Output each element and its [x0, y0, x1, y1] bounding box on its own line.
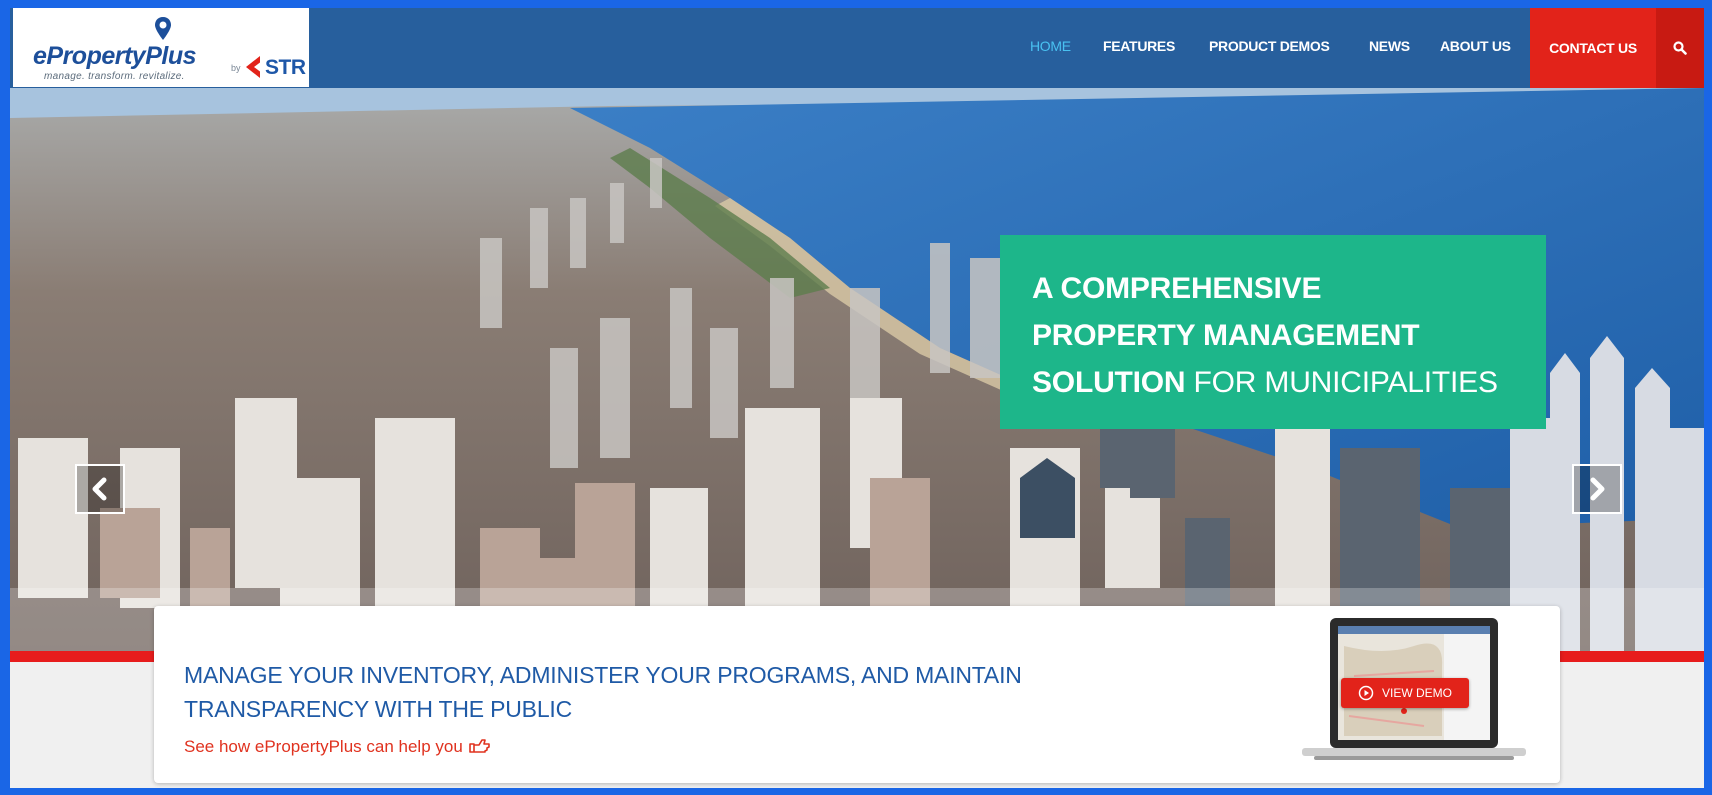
- headline-line-1: A COMPREHENSIVE: [1032, 272, 1322, 305]
- page-frame: ePropertyPlus manage. transform. revital…: [10, 8, 1704, 788]
- nav-home[interactable]: HOME: [1030, 38, 1071, 54]
- contact-us-label: CONTACT US: [1549, 40, 1637, 56]
- brand-tagline: manage. transform. revitalize.: [44, 71, 185, 82]
- search-button[interactable]: [1656, 8, 1704, 88]
- headline-line-3: SOLUTION FOR MUNICIPALITIES: [1032, 359, 1514, 406]
- brand-name: ePropertyPlus: [33, 42, 197, 70]
- headline-light-text: FOR MUNICIPALITIES: [1185, 366, 1498, 399]
- brand-by: by: [231, 63, 241, 73]
- headline-bold-word: SOLUTION: [1032, 366, 1186, 399]
- map-pin-icon: [155, 17, 171, 40]
- contact-us-button[interactable]: CONTACT US: [1530, 8, 1656, 88]
- feature-title: MANAGE YOUR INVENTORY, ADMINISTER YOUR P…: [184, 658, 1084, 726]
- help-link-text: See how ePropertyPlus can help you: [184, 737, 463, 756]
- view-demo-label: VIEW DEMO: [1381, 686, 1452, 700]
- feature-card: MANAGE YOUR INVENTORY, ADMINISTER YOUR P…: [154, 606, 1560, 783]
- nav-product-demos[interactable]: PRODUCT DEMOS: [1209, 38, 1330, 54]
- headline-line-2: PROPERTY MANAGEMENT: [1032, 319, 1420, 352]
- search-icon: [1673, 41, 1687, 55]
- slider-next-button[interactable]: [1572, 464, 1622, 514]
- help-link[interactable]: See how ePropertyPlus can help you: [184, 737, 490, 757]
- nav-news[interactable]: NEWS: [1369, 38, 1410, 54]
- nav-about-us[interactable]: ABOUT US: [1440, 38, 1511, 54]
- view-demo-button[interactable]: VIEW DEMO: [1341, 678, 1469, 708]
- site-header: ePropertyPlus manage. transform. revital…: [10, 8, 1704, 88]
- play-icon: [1358, 685, 1374, 701]
- brand-logo[interactable]: ePropertyPlus manage. transform. revital…: [13, 8, 309, 87]
- slider-prev-button[interactable]: [75, 464, 125, 514]
- hero-slider: A COMPREHENSIVE PROPERTY MANAGEMENT SOLU…: [10, 88, 1704, 651]
- chevron-right-icon: [1590, 477, 1605, 501]
- partner-name: STR: [265, 56, 306, 79]
- hero-headline-box: A COMPREHENSIVE PROPERTY MANAGEMENT SOLU…: [1000, 235, 1546, 429]
- hand-pointing-icon: [468, 739, 490, 753]
- nav-features[interactable]: FEATURES: [1103, 38, 1175, 54]
- chevron-left-icon: [92, 477, 107, 501]
- feature-title-line-2: TRANSPARENCY WITH THE PUBLIC: [184, 696, 573, 722]
- feature-title-line-1: MANAGE YOUR INVENTORY, ADMINISTER YOUR P…: [184, 662, 1022, 688]
